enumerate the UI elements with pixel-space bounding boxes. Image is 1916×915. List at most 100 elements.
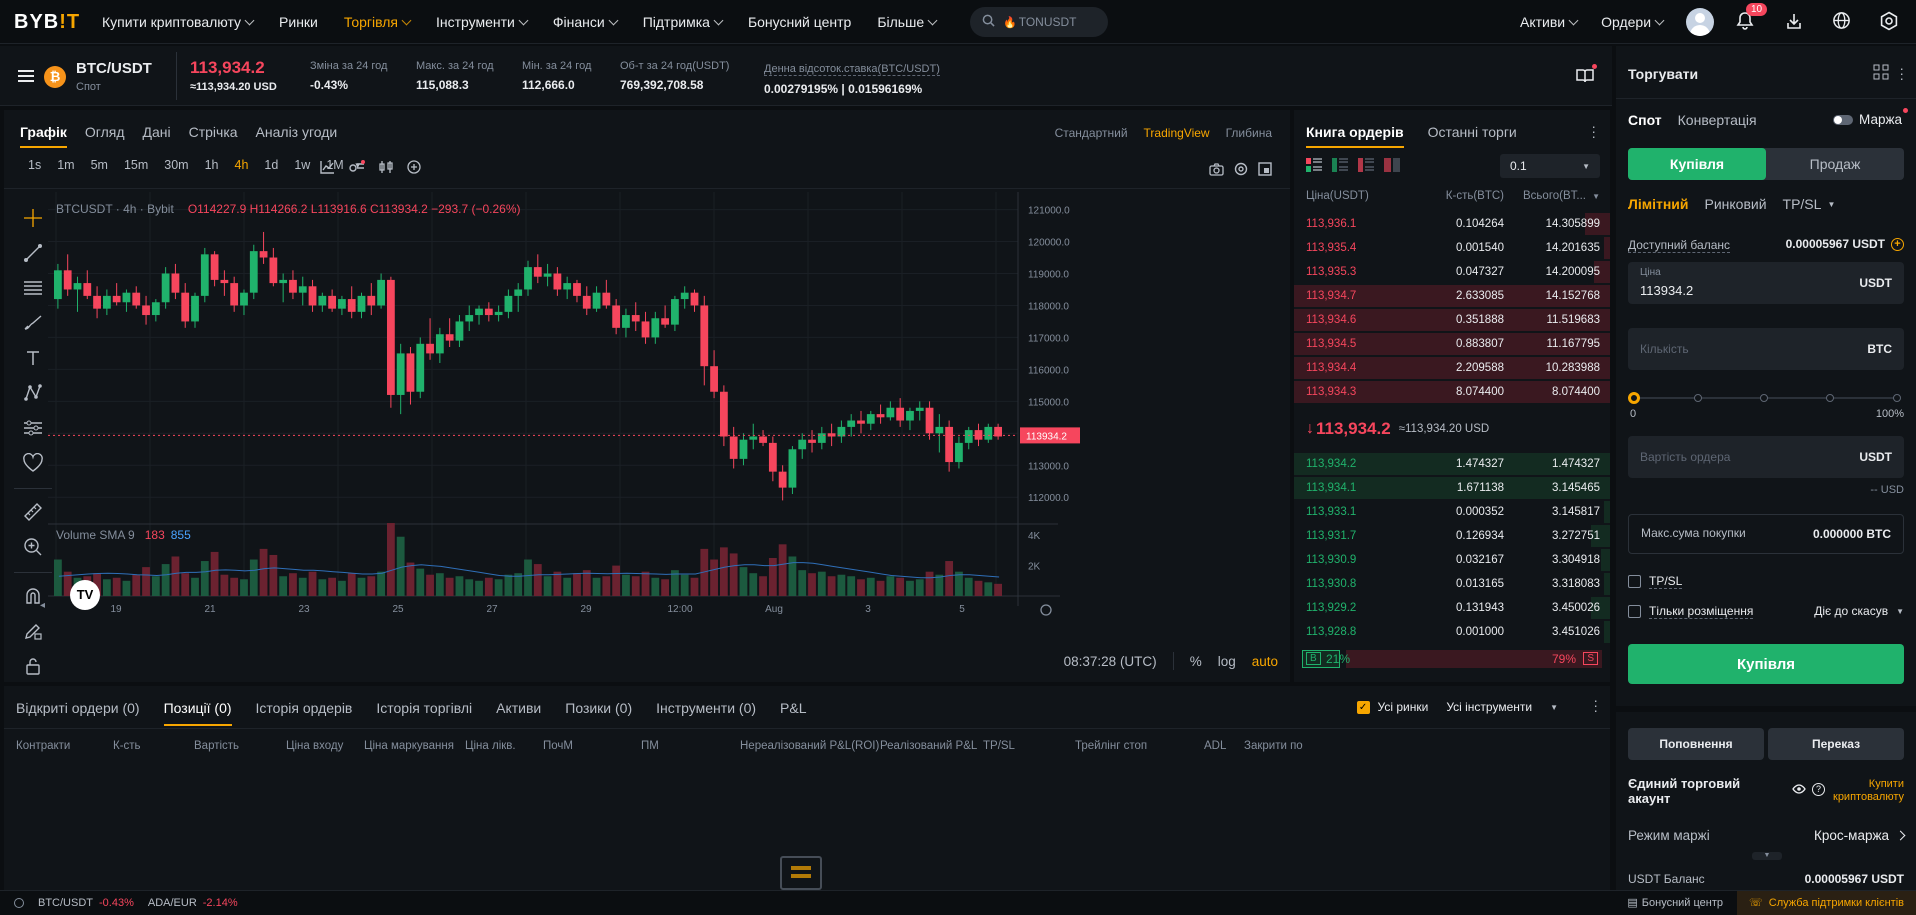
nav-item[interactable]: Торгівля bbox=[332, 0, 422, 44]
caret-down-icon[interactable]: ▼ bbox=[1827, 200, 1835, 209]
positions-tab[interactable]: Інструменти (0) bbox=[656, 700, 756, 726]
post-only-checkbox[interactable]: Тільки розміщення bbox=[1628, 604, 1754, 619]
nav-item[interactable]: Фінанси bbox=[541, 0, 629, 44]
positions-tab[interactable]: Історія ордерів bbox=[256, 700, 353, 726]
orders-menu[interactable]: Ордери bbox=[1589, 0, 1675, 44]
slider-thumb[interactable] bbox=[1628, 392, 1640, 404]
interval-button[interactable]: 4h bbox=[227, 158, 257, 172]
orderbook-row[interactable]: 113,934.7 2.633085 14.152768 bbox=[1294, 284, 1610, 308]
chart-tab[interactable]: Аналіз угоди bbox=[256, 124, 338, 148]
depth-select[interactable]: 0.1 ▼ bbox=[1500, 154, 1600, 178]
nav-item[interactable]: Бонусний центр bbox=[736, 0, 863, 44]
menu-icon[interactable] bbox=[18, 70, 34, 82]
tab-recent-trades[interactable]: Останні торги bbox=[1428, 124, 1517, 148]
interval-button[interactable]: 1w bbox=[286, 158, 318, 172]
scroll-left-icon[interactable]: ◂ bbox=[40, 600, 45, 611]
brush-tool[interactable] bbox=[17, 308, 49, 340]
interval-button[interactable]: 5m bbox=[83, 158, 116, 172]
quantity-input[interactable]: Кількість BTC bbox=[1628, 328, 1904, 370]
settings-button[interactable] bbox=[1876, 9, 1902, 35]
trendline-tool[interactable] bbox=[17, 238, 49, 270]
tab-spot[interactable]: Спот bbox=[1628, 112, 1662, 128]
bybit-logo[interactable]: BYB!T bbox=[14, 11, 80, 34]
download-button[interactable] bbox=[1781, 9, 1807, 35]
auto-scale-button[interactable]: auto bbox=[1252, 654, 1278, 669]
submit-buy-button[interactable]: Купівля bbox=[1628, 644, 1904, 684]
price-input[interactable]: Ціна 113934.2 USDT bbox=[1628, 262, 1904, 304]
status-pair-1[interactable]: BTC/USDT bbox=[38, 897, 93, 909]
tab-convert[interactable]: Конвертація bbox=[1678, 112, 1757, 128]
favorite-tool[interactable] bbox=[17, 448, 49, 480]
orderbook-row[interactable]: 113,929.2 0.131943 3.450026 bbox=[1294, 596, 1610, 620]
orderbook-row[interactable]: 113,934.1 1.671138 3.145465 bbox=[1294, 476, 1610, 500]
percent-scale-button[interactable]: % bbox=[1190, 654, 1202, 669]
nav-item[interactable]: Ринки bbox=[267, 0, 330, 44]
nav-item[interactable]: Купити криптовалюту bbox=[90, 0, 265, 44]
add-funds-icon[interactable]: + bbox=[1891, 237, 1904, 251]
tpsl-checkbox[interactable]: TP/SL bbox=[1628, 574, 1683, 589]
order-type-tab[interactable]: Лімітний bbox=[1628, 196, 1688, 212]
camera-icon[interactable] bbox=[1209, 162, 1224, 179]
interval-button[interactable]: 1m bbox=[49, 158, 82, 172]
alert-icon[interactable] bbox=[349, 160, 365, 177]
chart-tab[interactable]: Дані bbox=[143, 124, 171, 148]
crosshair-tool[interactable] bbox=[17, 203, 49, 235]
eye-icon[interactable] bbox=[1792, 782, 1806, 797]
positions-tab[interactable]: Активи bbox=[496, 700, 541, 726]
orderbook-row[interactable]: 113,934.5 0.883807 11.167795 bbox=[1294, 332, 1610, 356]
interval-button[interactable]: 1d bbox=[256, 158, 286, 172]
nav-item[interactable]: Інструменти bbox=[424, 0, 539, 44]
lock-tool[interactable] bbox=[17, 651, 49, 683]
nav-item[interactable]: Підтримка bbox=[631, 0, 734, 44]
deposit-button[interactable]: Поповнення bbox=[1628, 728, 1764, 760]
bonus-center-link[interactable]: Бонусний центр bbox=[1642, 897, 1723, 909]
order-value-input[interactable]: Вартість ордера USDT bbox=[1628, 436, 1904, 478]
transfer-button[interactable]: Переказ bbox=[1768, 728, 1904, 760]
order-type-tab[interactable]: TP/SL bbox=[1783, 196, 1822, 212]
text-tool[interactable] bbox=[17, 343, 49, 375]
time-in-force-select[interactable]: Діє до скасув ▼ bbox=[1814, 604, 1904, 618]
price-chart[interactable]: 113934.2 121000.0 120000.0 119000.0 118000.0… bbox=[48, 192, 1290, 632]
grid-layout-icon[interactable] bbox=[1873, 64, 1889, 83]
orderbook-row[interactable]: 113,931.7 0.126934 3.272751 bbox=[1294, 524, 1610, 548]
status-pair-2[interactable]: ADA/EUR bbox=[148, 897, 197, 909]
compare-icon[interactable] bbox=[379, 160, 393, 177]
chart-view-option[interactable]: Стандартний bbox=[1055, 126, 1128, 140]
measure-tool[interactable] bbox=[17, 497, 49, 529]
margin-switch[interactable] bbox=[1833, 114, 1854, 125]
fib-tool[interactable] bbox=[17, 273, 49, 305]
indicators-icon[interactable] bbox=[320, 160, 335, 177]
amount-slider[interactable]: 0 100% bbox=[1628, 392, 1904, 420]
avatar[interactable] bbox=[1686, 8, 1714, 36]
orderbook-row[interactable]: 113,935.4 0.001540 14.201635 bbox=[1294, 236, 1610, 260]
checkbox[interactable] bbox=[1628, 605, 1641, 618]
support-button[interactable]: ☏ Служба підтримки клієнтів bbox=[1737, 890, 1916, 915]
draw-mode-tool[interactable] bbox=[17, 616, 49, 648]
log-scale-button[interactable]: log bbox=[1218, 654, 1236, 669]
interval-button[interactable]: 15m bbox=[116, 158, 156, 172]
all-instruments-select[interactable]: Усі інструменти bbox=[1446, 700, 1532, 714]
nav-item[interactable]: Більше bbox=[865, 0, 948, 44]
add-icon[interactable] bbox=[407, 160, 421, 177]
positions-tab[interactable]: Позиції (0) bbox=[163, 700, 232, 726]
orderbook-row[interactable]: 113,934.3 8.074400 8.074400 bbox=[1294, 380, 1610, 404]
layout-bids-icon[interactable] bbox=[1332, 158, 1348, 175]
zoom-tool[interactable] bbox=[17, 532, 49, 564]
chart-settings-icon[interactable] bbox=[1234, 162, 1248, 179]
buy-tab[interactable]: Купівля bbox=[1628, 148, 1766, 180]
tab-order-book[interactable]: Книга ордерів bbox=[1306, 124, 1404, 148]
orderbook-row[interactable]: 113,930.8 0.013165 3.318083 bbox=[1294, 572, 1610, 596]
chart-tab[interactable]: Графік bbox=[20, 124, 67, 148]
orderbook-row[interactable]: 113,936.1 0.104264 14.305899 bbox=[1294, 212, 1610, 236]
chart-tab[interactable]: Стрічка bbox=[189, 124, 238, 148]
pattern-tool[interactable] bbox=[17, 378, 49, 410]
forecast-tool[interactable] bbox=[17, 413, 49, 445]
orderbook-row[interactable]: 113,935.3 0.047327 14.200095 bbox=[1294, 260, 1610, 284]
interval-button[interactable]: 30m bbox=[156, 158, 196, 172]
layout-side-icon[interactable] bbox=[1384, 158, 1400, 175]
all-markets-checkbox[interactable]: ✓ bbox=[1356, 700, 1370, 714]
more-options-icon[interactable]: · · · bbox=[1899, 61, 1904, 85]
layout-asks-icon[interactable] bbox=[1358, 158, 1374, 175]
positions-tab[interactable]: P&L bbox=[780, 700, 806, 726]
more-options-icon[interactable]: · · · bbox=[1593, 693, 1598, 717]
